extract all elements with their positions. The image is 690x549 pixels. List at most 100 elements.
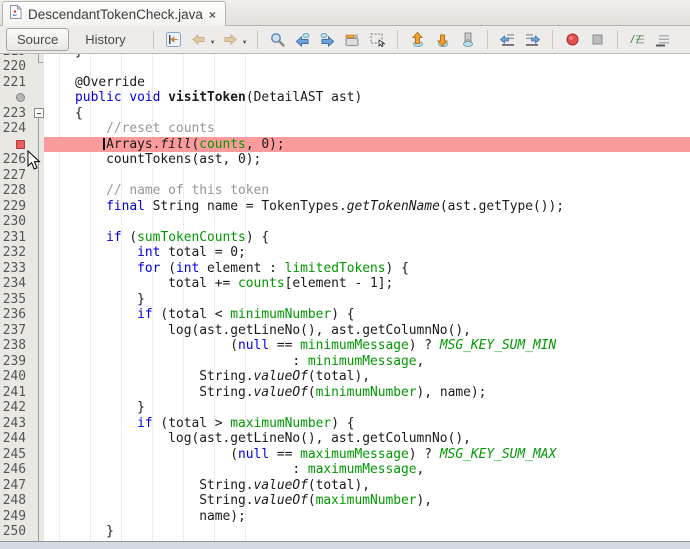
overridden-method-icon[interactable] [16,93,25,102]
code-line[interactable]: Arrays.fill(counts, 0); [44,137,690,153]
code-line[interactable]: // name of this token [44,183,690,199]
toolbar-separator [397,30,398,49]
code-line[interactable]: (null == minimumMessage) ? MSG_KEY_SUM_M… [44,338,690,354]
history-view-button[interactable]: History [75,29,135,50]
code-line[interactable]: } [44,400,690,416]
line-number[interactable]: 237 [0,323,28,339]
fold-column [28,214,44,230]
line-number[interactable]: 245 [0,447,28,463]
line-number[interactable]: 224 [0,121,28,137]
line-number[interactable]: 240 [0,369,28,385]
java-file-icon [9,5,22,24]
tab-bar: DescendantTokenCheck.java × [0,0,690,26]
toggle-highlight-search-icon[interactable] [343,31,362,49]
line-number[interactable]: 248 [0,493,28,509]
next-bookmark-icon[interactable] [433,31,452,49]
code-line[interactable]: log(ast.getLineNo(), ast.getColumnNo(), [44,323,690,339]
code-line[interactable] [44,214,690,230]
code-line[interactable]: //reset counts [44,121,690,137]
code-line[interactable]: String.valueOf(maximumNumber), [44,493,690,509]
line-number[interactable]: 220 [0,59,28,75]
code-line[interactable]: name); [44,509,690,525]
line-number[interactable]: 227 [0,168,28,184]
code-line[interactable]: : minimumMessage, [44,354,690,370]
line-number[interactable]: 235 [0,292,28,308]
editor-row: 241 String.valueOf(minimumNumber), name)… [0,385,690,401]
code-line[interactable]: int total = 0; [44,245,690,261]
line-number[interactable]: 250 [0,524,28,540]
line-number[interactable]: 243 [0,416,28,432]
toggle-bookmark-icon[interactable] [458,31,477,49]
back-dropdown-icon[interactable]: ▼ [210,40,216,46]
code-line[interactable]: for (int element : limitedTokens) { [44,261,690,277]
line-number[interactable]: 221 [0,75,28,91]
code-line[interactable]: } [44,524,690,540]
line-number[interactable]: 232 [0,245,28,261]
back-icon[interactable] [189,31,208,49]
text-caret [103,138,105,151]
toolbar-separator [153,30,154,49]
forward-icon[interactable] [221,31,240,49]
line-number[interactable]: 226 [0,152,28,168]
code-line[interactable]: total += counts[element - 1]; [44,276,690,292]
uncomment-icon[interactable] [653,31,672,49]
line-number[interactable]: 242 [0,400,28,416]
find-previous-occurrence-icon[interactable] [293,31,312,49]
code-line[interactable]: if (total > maximumNumber) { [44,416,690,432]
tab-close-icon[interactable]: × [209,8,216,21]
code-line[interactable]: if (sumTokenCounts) { [44,230,690,246]
line-number[interactable]: 247 [0,478,28,494]
fold-column [28,369,44,385]
source-view-button[interactable]: Source [6,28,69,51]
forward-dropdown-icon[interactable]: ▼ [242,40,248,46]
line-number[interactable]: 230 [0,214,28,230]
tab-descendanttokencheck[interactable]: DescendantTokenCheck.java × [2,1,226,26]
code-line[interactable]: @Override [44,75,690,91]
code-editor[interactable]: 219 }220221 @Override public void visitT… [0,54,690,541]
fold-line-end [38,62,43,63]
start-macro-recording-icon[interactable] [563,31,582,49]
line-number[interactable]: 234 [0,276,28,292]
line-number[interactable]: 231 [0,230,28,246]
breakpoint-icon[interactable] [16,140,25,149]
code-line[interactable]: String.valueOf(total), [44,369,690,385]
line-number[interactable]: 239 [0,354,28,370]
shift-line-left-icon[interactable] [498,31,517,49]
line-number[interactable]: 223 [0,106,28,122]
code-line[interactable]: final String name = TokenTypes.getTokenN… [44,199,690,215]
comment-icon[interactable]: // [628,31,647,49]
line-number[interactable]: 244 [0,431,28,447]
code-line[interactable]: if (total < minimumNumber) { [44,307,690,323]
line-number[interactable]: 249 [0,509,28,525]
stop-macro-recording-icon[interactable] [588,31,607,49]
line-number[interactable]: 229 [0,199,28,215]
code-line[interactable]: String.valueOf(minimumNumber), name); [44,385,690,401]
editor-row: 250 } [0,524,690,540]
code-line[interactable]: countTokens(ast, 0); [44,152,690,168]
line-number[interactable]: 241 [0,385,28,401]
collapse-fold-icon[interactable] [34,108,44,118]
code-line[interactable]: { [44,106,690,122]
line-number[interactable]: 228 [0,183,28,199]
find-selection-icon[interactable] [268,31,287,49]
previous-bookmark-icon[interactable] [408,31,427,49]
line-number[interactable]: 236 [0,307,28,323]
find-next-occurrence-icon[interactable] [318,31,337,49]
toggle-rectangular-selection-icon[interactable] [368,31,387,49]
line-number[interactable]: 238 [0,338,28,354]
code-line[interactable]: } [44,292,690,308]
code-line[interactable] [44,59,690,75]
line-number[interactable] [0,137,28,153]
code-line[interactable]: public void visitToken(DetailAST ast) [44,90,690,106]
shift-line-right-icon[interactable] [523,31,542,49]
editor-row: 228 // name of this token [0,183,690,199]
code-line[interactable] [44,168,690,184]
code-line[interactable]: String.valueOf(total), [44,478,690,494]
line-number[interactable] [0,90,28,106]
code-line[interactable]: (null == maximumMessage) ? MSG_KEY_SUM_M… [44,447,690,463]
line-number[interactable]: 246 [0,462,28,478]
code-line[interactable]: log(ast.getLineNo(), ast.getColumnNo(), [44,431,690,447]
line-number[interactable]: 233 [0,261,28,277]
last-edit-icon[interactable] [164,31,183,49]
code-line[interactable]: : maximumMessage, [44,462,690,478]
